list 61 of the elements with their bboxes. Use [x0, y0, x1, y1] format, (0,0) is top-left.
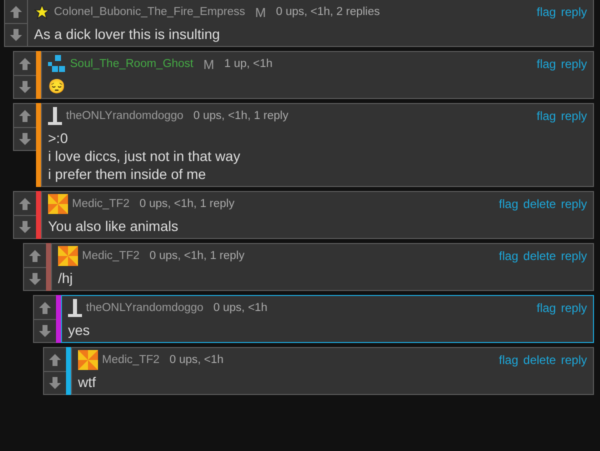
comment-action-link[interactable]: reply — [560, 109, 587, 123]
comment-meta: 0 ups, <1h, 2 replies — [276, 6, 380, 18]
comment-meta: 0 ups, <1h, 1 reply — [150, 250, 244, 262]
comment-text: 😔 — [48, 77, 66, 95]
comment-action-link[interactable]: reply — [560, 5, 587, 19]
member-label: M — [203, 56, 214, 72]
up-arrow-icon — [18, 56, 32, 70]
pinwheel-icon — [48, 194, 68, 214]
comment-action-link[interactable]: reply — [560, 197, 587, 211]
comment-action-link[interactable]: delete — [523, 197, 556, 211]
comment-text: wtf — [78, 373, 97, 391]
pole-icon — [48, 107, 62, 125]
comment-text: yes — [68, 321, 91, 339]
down-arrow-icon — [18, 220, 32, 234]
comment-action-link[interactable]: flag — [498, 353, 518, 367]
username[interactable]: theONLYrandomdoggo — [86, 302, 204, 314]
username[interactable]: Medic_TF2 — [82, 250, 140, 262]
comment-action-link[interactable]: delete — [523, 353, 556, 367]
pinwheel-icon — [58, 246, 78, 266]
down-arrow-icon — [38, 324, 52, 338]
comment-action-link[interactable]: flag — [536, 109, 556, 123]
comment-text: /hj — [58, 269, 74, 287]
comment-meta: 1 up, <1h — [224, 58, 273, 70]
comment-text: You also like animals — [48, 217, 180, 235]
down-arrow-icon — [48, 376, 62, 390]
up-arrow-icon — [18, 196, 32, 210]
pole-icon — [68, 299, 82, 317]
comment-action-link[interactable]: flag — [536, 301, 556, 315]
comment-action-link[interactable]: delete — [523, 249, 556, 263]
comment-action-link[interactable]: flag — [498, 197, 518, 211]
tiles-icon — [48, 55, 66, 73]
comment-meta: 0 ups, <1h — [213, 302, 268, 314]
down-arrow-icon — [28, 272, 42, 286]
comment-text: As a dick lover this is insulting — [34, 25, 221, 43]
up-arrow-icon — [48, 352, 62, 366]
pinwheel-icon — [78, 350, 98, 370]
up-arrow-icon — [28, 248, 42, 262]
comment-meta: 0 ups, <1h, 1 reply — [193, 110, 288, 122]
username[interactable]: Medic_TF2 — [102, 354, 160, 366]
comment-action-link[interactable]: flag — [498, 249, 518, 263]
comment-action-link[interactable]: reply — [560, 301, 587, 315]
comment-meta: 0 ups, <1h, 1 reply — [140, 198, 234, 210]
comment-action-link[interactable]: reply — [560, 57, 587, 71]
down-arrow-icon — [18, 80, 32, 94]
up-arrow-icon — [38, 300, 52, 314]
star-icon — [34, 4, 50, 20]
username[interactable]: Colonel_Bubonic_The_Fire_Empress — [54, 6, 246, 18]
down-arrow-icon — [18, 132, 32, 146]
username[interactable]: Soul_The_Room_Ghost — [70, 58, 194, 70]
comment-action-link[interactable]: flag — [536, 57, 556, 71]
member-label: M — [255, 4, 266, 20]
comment-text: >:0 i love diccs, just not in that way i prefer them inside of me — [48, 129, 242, 183]
down-arrow-icon — [9, 28, 23, 42]
comment-action-link[interactable]: flag — [536, 5, 556, 19]
comment-meta: 0 ups, <1h — [170, 354, 224, 366]
username[interactable]: Medic_TF2 — [72, 198, 130, 210]
username[interactable]: theONLYrandomdoggo — [66, 110, 184, 122]
comment-action-link[interactable]: reply — [560, 353, 587, 367]
up-arrow-icon — [9, 4, 23, 18]
up-arrow-icon — [18, 108, 32, 122]
comment-action-link[interactable]: reply — [560, 249, 587, 263]
